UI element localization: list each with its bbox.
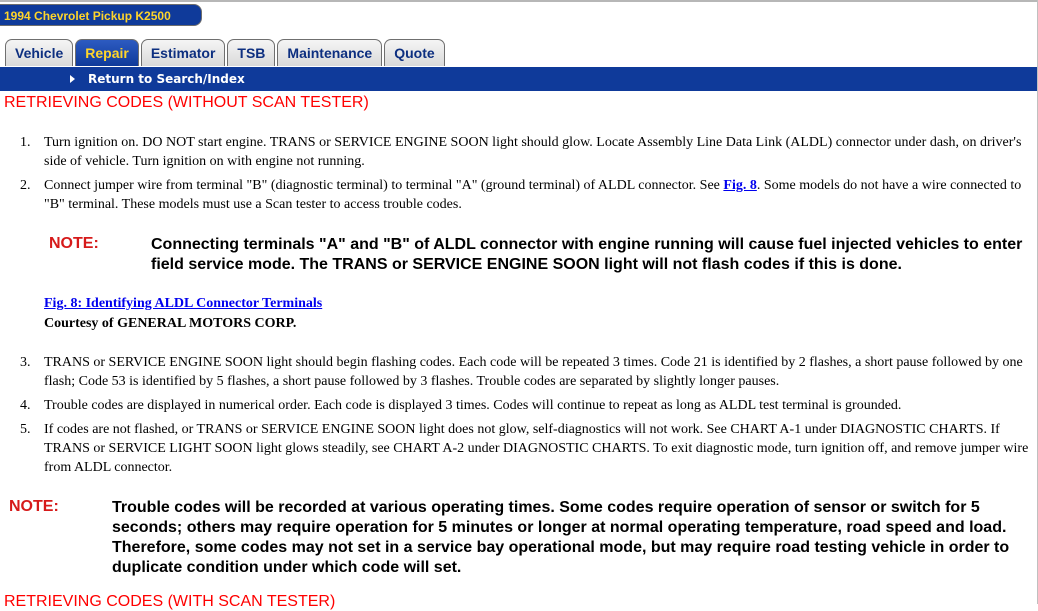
list-text: Trouble codes are displayed in numerical… xyxy=(44,398,902,413)
tab-bar: Vehicle Repair Estimator TSB Maintenance… xyxy=(5,39,445,67)
fig-8-inline-link[interactable]: Fig. 8 xyxy=(723,178,756,193)
tab-quote[interactable]: Quote xyxy=(384,39,445,66)
arrow-right-icon xyxy=(70,75,75,83)
note-text: Connecting terminals "A" and "B" of ALDL… xyxy=(151,236,1023,273)
note-label: NOTE: xyxy=(9,498,59,515)
list-text: If codes are not flashed, or TRANS or SE… xyxy=(44,422,1029,475)
list-number: 3. xyxy=(20,355,31,370)
list-text: Turn ignition on. DO NOT start engine. T… xyxy=(44,135,1022,169)
vehicle-title: 1994 Chevrolet Pickup K2500 xyxy=(0,4,202,26)
return-to-search-link[interactable]: Return to Search/Index xyxy=(88,67,245,91)
list-text: TRANS or SERVICE ENGINE SOON light shoul… xyxy=(44,355,1023,389)
list-text: Connect jumper wire from terminal "B" (d… xyxy=(44,176,1029,214)
figure-link[interactable]: Fig. 8: Identifying ALDL Connector Termi… xyxy=(44,296,322,312)
list-number: 2. xyxy=(20,178,31,193)
list-text-part: Connect jumper wire from terminal "B" (d… xyxy=(44,178,724,193)
tab-tsb[interactable]: TSB xyxy=(227,39,276,66)
list-number: 4. xyxy=(20,398,31,413)
note-text: Trouble codes will be recorded at variou… xyxy=(112,499,1010,576)
list-number: 1. xyxy=(20,135,31,150)
section-heading: RETRIEVING CODES (WITHOUT SCAN TESTER) xyxy=(4,94,369,111)
nav-bar: Return to Search/Index xyxy=(0,67,1038,91)
tab-estimator[interactable]: Estimator xyxy=(140,39,226,66)
next-section-heading: RETRIEVING CODES (WITH SCAN TESTER) xyxy=(4,593,336,610)
note-label: NOTE: xyxy=(49,235,99,252)
top-border xyxy=(0,0,1038,2)
tab-vehicle[interactable]: Vehicle xyxy=(5,39,74,66)
tab-maintenance[interactable]: Maintenance xyxy=(277,39,383,66)
tab-repair[interactable]: Repair xyxy=(75,39,139,66)
list-number: 5. xyxy=(20,422,31,437)
figure-courtesy: Courtesy of GENERAL MOTORS CORP. xyxy=(44,316,297,331)
